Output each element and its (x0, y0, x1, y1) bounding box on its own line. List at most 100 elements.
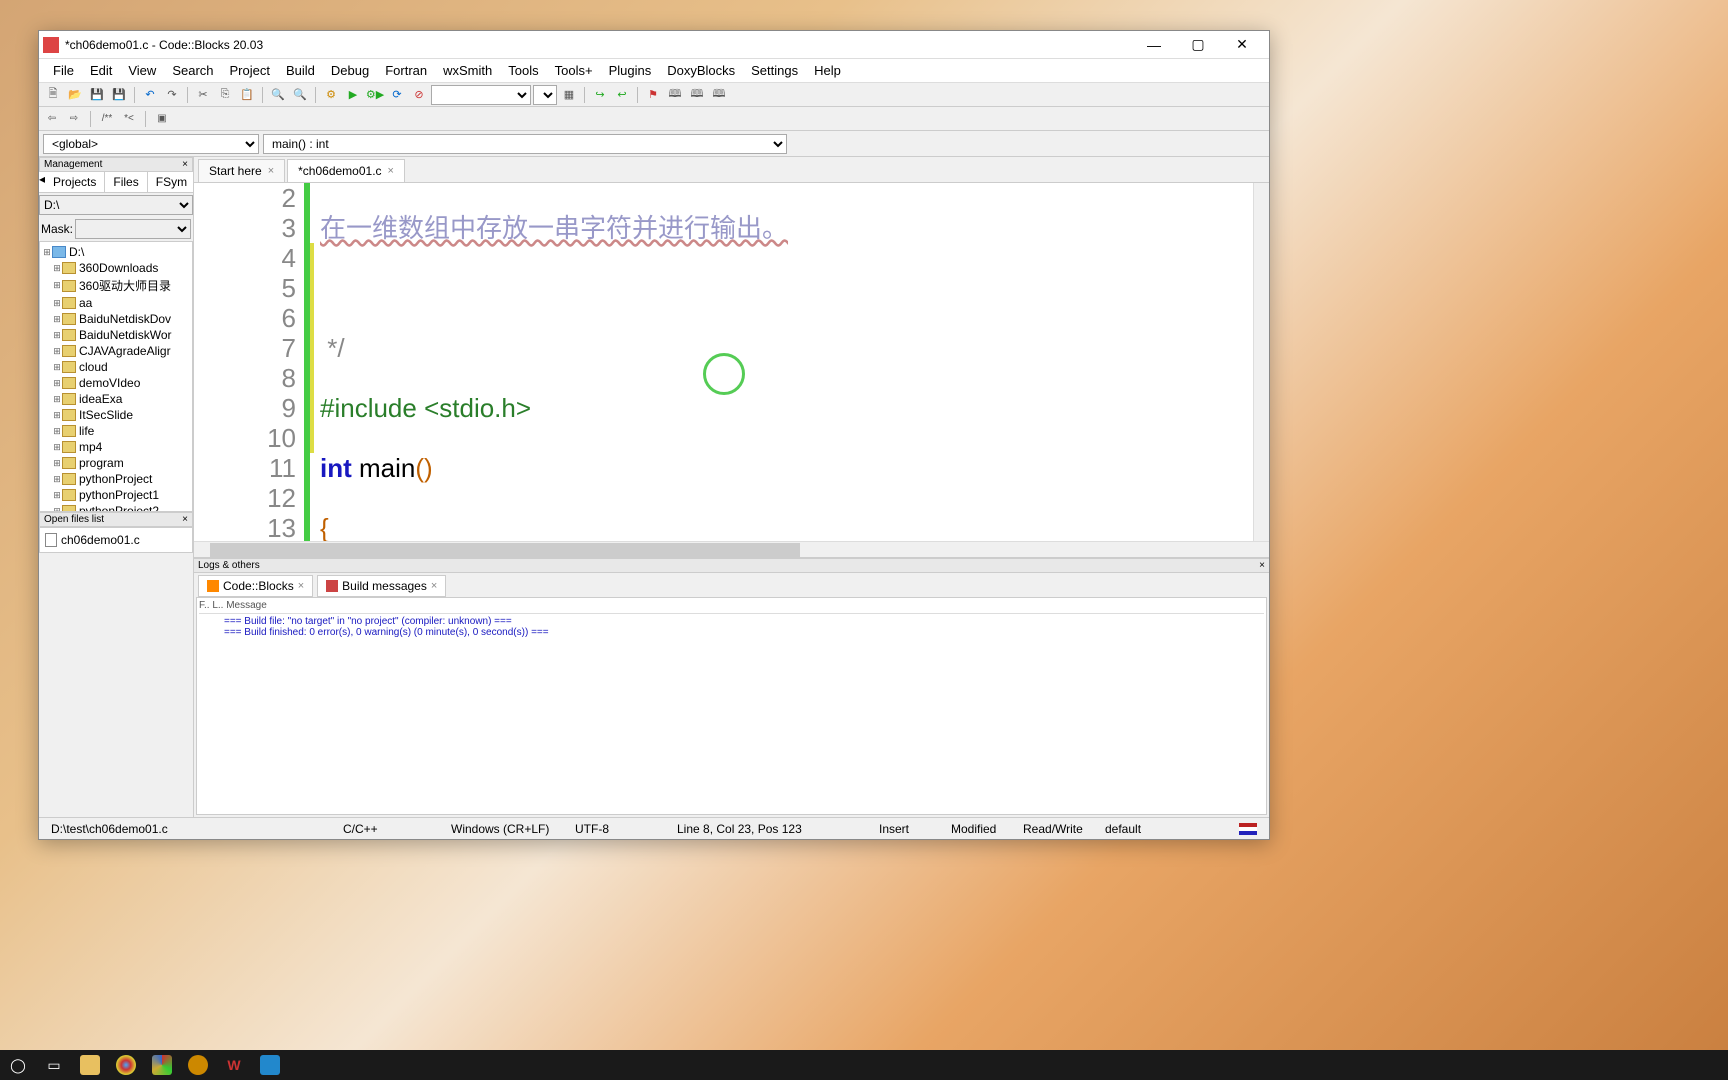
save-icon[interactable]: 💾 (87, 85, 107, 105)
tree-item[interactable]: ⊞pythonProject2 (42, 503, 190, 512)
log-tab-build[interactable]: Build messages × (317, 575, 446, 597)
panel-close-icon[interactable]: × (182, 159, 188, 170)
tree-item[interactable]: ⊞pythonProject (42, 471, 190, 487)
build-icon[interactable]: ⚙ (321, 85, 341, 105)
scope-global-select[interactable]: <global> (43, 134, 259, 154)
target-select2[interactable] (533, 85, 557, 105)
mask-select[interactable] (75, 219, 191, 239)
open-file-item[interactable]: ch06demo01.c (43, 531, 189, 549)
flag-icon[interactable]: ⚑ (643, 85, 663, 105)
tree-item[interactable]: ⊞BaiduNetdiskDov (42, 311, 190, 327)
start-button[interactable]: ◯ (4, 1053, 32, 1077)
wps-icon[interactable]: W (220, 1053, 248, 1077)
maximize-button[interactable]: ▢ (1183, 35, 1213, 55)
app-icon[interactable] (148, 1053, 176, 1077)
menu-debug[interactable]: Debug (323, 61, 377, 80)
step-icon[interactable]: ↪ (590, 85, 610, 105)
minimize-button[interactable]: — (1139, 35, 1169, 55)
tree-item[interactable]: ⊞cloud (42, 359, 190, 375)
menu-view[interactable]: View (120, 61, 164, 80)
tree-item[interactable]: ⊞BaiduNetdiskWor (42, 327, 190, 343)
new-file-icon[interactable]: 🗎 (43, 85, 63, 105)
menu-tools[interactable]: Tools (500, 61, 546, 80)
tab-close-icon[interactable]: × (268, 165, 274, 177)
code-content[interactable]: 在一维数组中存放一串字符并进行输出。 */ #include <stdio.h>… (314, 183, 1253, 541)
menu-doxyblocks[interactable]: DoxyBlocks (659, 61, 743, 80)
rebuild-icon[interactable]: ⟳ (387, 85, 407, 105)
undo-icon[interactable]: ↶ (140, 85, 160, 105)
tree-item[interactable]: ⊞program (42, 455, 190, 471)
close-button[interactable]: ✕ (1227, 35, 1257, 55)
tree-item[interactable]: ⊞mp4 (42, 439, 190, 455)
chrome-icon[interactable] (112, 1053, 140, 1077)
tree-item[interactable]: ⊞CJAVAgradeAligr (42, 343, 190, 359)
open-icon[interactable]: 📂 (65, 85, 85, 105)
tree-item[interactable]: ⊞360驱动大师目录 (42, 276, 190, 295)
tab-files[interactable]: Files (105, 172, 147, 192)
tab-projects[interactable]: Projects (45, 172, 105, 192)
bookmark2-icon[interactable]: 🕮 (687, 85, 707, 105)
menu-project[interactable]: Project (222, 61, 278, 80)
menu-file[interactable]: File (45, 61, 82, 80)
copy-icon[interactable]: ⎘ (215, 85, 235, 105)
find-icon[interactable]: 🔍 (268, 85, 288, 105)
menu-plugins[interactable]: Plugins (601, 61, 660, 80)
replace-icon[interactable]: 🔍 (290, 85, 310, 105)
target-select[interactable] (431, 85, 531, 105)
tree-item[interactable]: ⊞D:\ (42, 244, 190, 260)
tab-fsymbols[interactable]: FSym (148, 172, 196, 192)
editor-tab-file[interactable]: *ch06demo01.c × (287, 159, 405, 182)
explorer-icon[interactable] (76, 1053, 104, 1077)
forward-icon[interactable]: ⇨ (65, 110, 83, 128)
abort-icon[interactable]: ⊘ (409, 85, 429, 105)
tree-item[interactable]: ⊞pythonProject1 (42, 487, 190, 503)
tree-item[interactable]: ⊞360Downloads (42, 260, 190, 276)
bookmark3-icon[interactable]: 🕮 (709, 85, 729, 105)
tree-item[interactable]: ⊞ItSecSlide (42, 407, 190, 423)
tree-item[interactable]: ⊞ideaExa (42, 391, 190, 407)
save-all-icon[interactable]: 💾 (109, 85, 129, 105)
step2-icon[interactable]: ↩ (612, 85, 632, 105)
menu-build[interactable]: Build (278, 61, 323, 80)
app3-icon[interactable] (256, 1053, 284, 1077)
menu-fortran[interactable]: Fortran (377, 61, 435, 80)
tree-item[interactable]: ⊞demoVIdeo (42, 375, 190, 391)
file-tree[interactable]: ⊞D:\⊞360Downloads⊞360驱动大师目录⊞aa⊞BaiduNetd… (39, 241, 193, 512)
run-doc-icon[interactable]: ▣ (153, 110, 171, 128)
menu-help[interactable]: Help (806, 61, 849, 80)
menu-search[interactable]: Search (164, 61, 221, 80)
cut-icon[interactable]: ✂ (193, 85, 213, 105)
comment-icon[interactable]: /** (98, 110, 116, 128)
main-area: Management × ◂ Projects Files FSym ▸ D:\… (39, 157, 1269, 817)
tree-item[interactable]: ⊞aa (42, 295, 190, 311)
tab-close-icon[interactable]: × (298, 580, 304, 592)
editor-tab-start[interactable]: Start here × (198, 159, 285, 182)
drive-select[interactable]: D:\ (39, 195, 193, 215)
logs-body[interactable]: F.. L.. Message === Build file: "no targ… (196, 597, 1267, 815)
bookmark-icon[interactable]: 🕮 (665, 85, 685, 105)
menu-toolsplus[interactable]: Tools+ (547, 61, 601, 80)
back-icon[interactable]: ⇦ (43, 110, 61, 128)
log-tab-codeblocks[interactable]: Code::Blocks × (198, 575, 313, 597)
paste-icon[interactable]: 📋 (237, 85, 257, 105)
menu-edit[interactable]: Edit (82, 61, 120, 80)
menu-wxsmith[interactable]: wxSmith (435, 61, 500, 80)
build-run-icon[interactable]: ⚙▶ (365, 85, 385, 105)
code-area[interactable]: 234567891011121314 在一维数组中存放一串字符并进行输出。 */… (194, 183, 1269, 541)
panel-close-icon[interactable]: × (1259, 560, 1265, 571)
scope-function-select[interactable]: main() : int (263, 134, 787, 154)
comment2-icon[interactable]: *< (120, 110, 138, 128)
tab-close-icon[interactable]: × (388, 165, 394, 177)
menu-settings[interactable]: Settings (743, 61, 806, 80)
tab-close-icon[interactable]: × (431, 580, 437, 592)
panel-close-icon[interactable]: × (182, 514, 188, 525)
tool-icon[interactable]: ▦ (559, 85, 579, 105)
app2-icon[interactable] (184, 1053, 212, 1077)
tree-item[interactable]: ⊞life (42, 423, 190, 439)
taskbar[interactable]: ◯ ▭ W (0, 1050, 1728, 1080)
horizontal-scrollbar[interactable] (194, 541, 1269, 557)
redo-icon[interactable]: ↷ (162, 85, 182, 105)
run-icon[interactable]: ▶ (343, 85, 363, 105)
taskview-icon[interactable]: ▭ (40, 1053, 68, 1077)
vertical-scrollbar[interactable] (1253, 183, 1269, 541)
